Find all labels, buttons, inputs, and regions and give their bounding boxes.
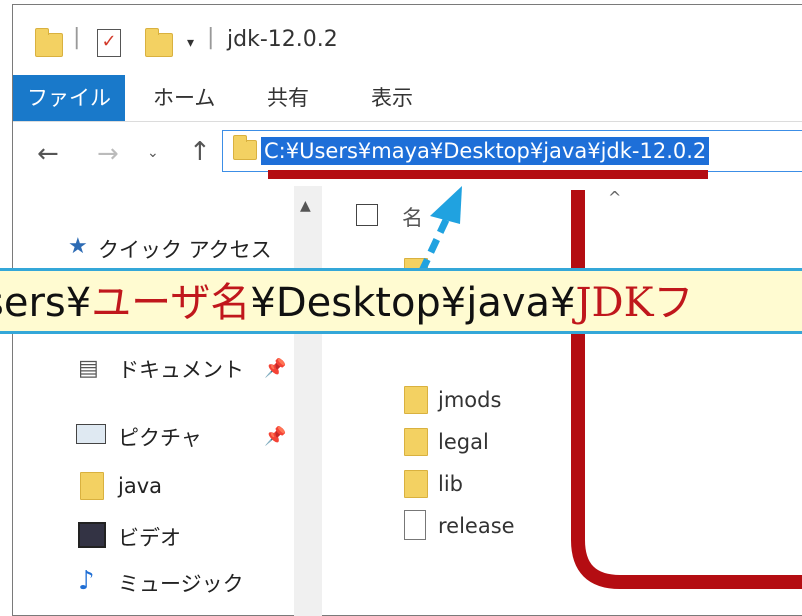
red-bracket-line — [571, 190, 802, 589]
banner-jdk-folder: JDKフ — [575, 280, 694, 326]
banner-text: sers¥ユーザ名¥Desktop¥java¥JDKフ — [0, 277, 694, 329]
blue-arrow-head — [430, 186, 462, 224]
annotation-banner: sers¥ユーザ名¥Desktop¥java¥JDKフ — [0, 268, 802, 334]
banner-middle: ¥Desktop¥java¥ — [250, 280, 576, 326]
banner-prefix: sers¥ — [0, 280, 92, 326]
banner-username: ユーザ名 — [91, 280, 251, 326]
